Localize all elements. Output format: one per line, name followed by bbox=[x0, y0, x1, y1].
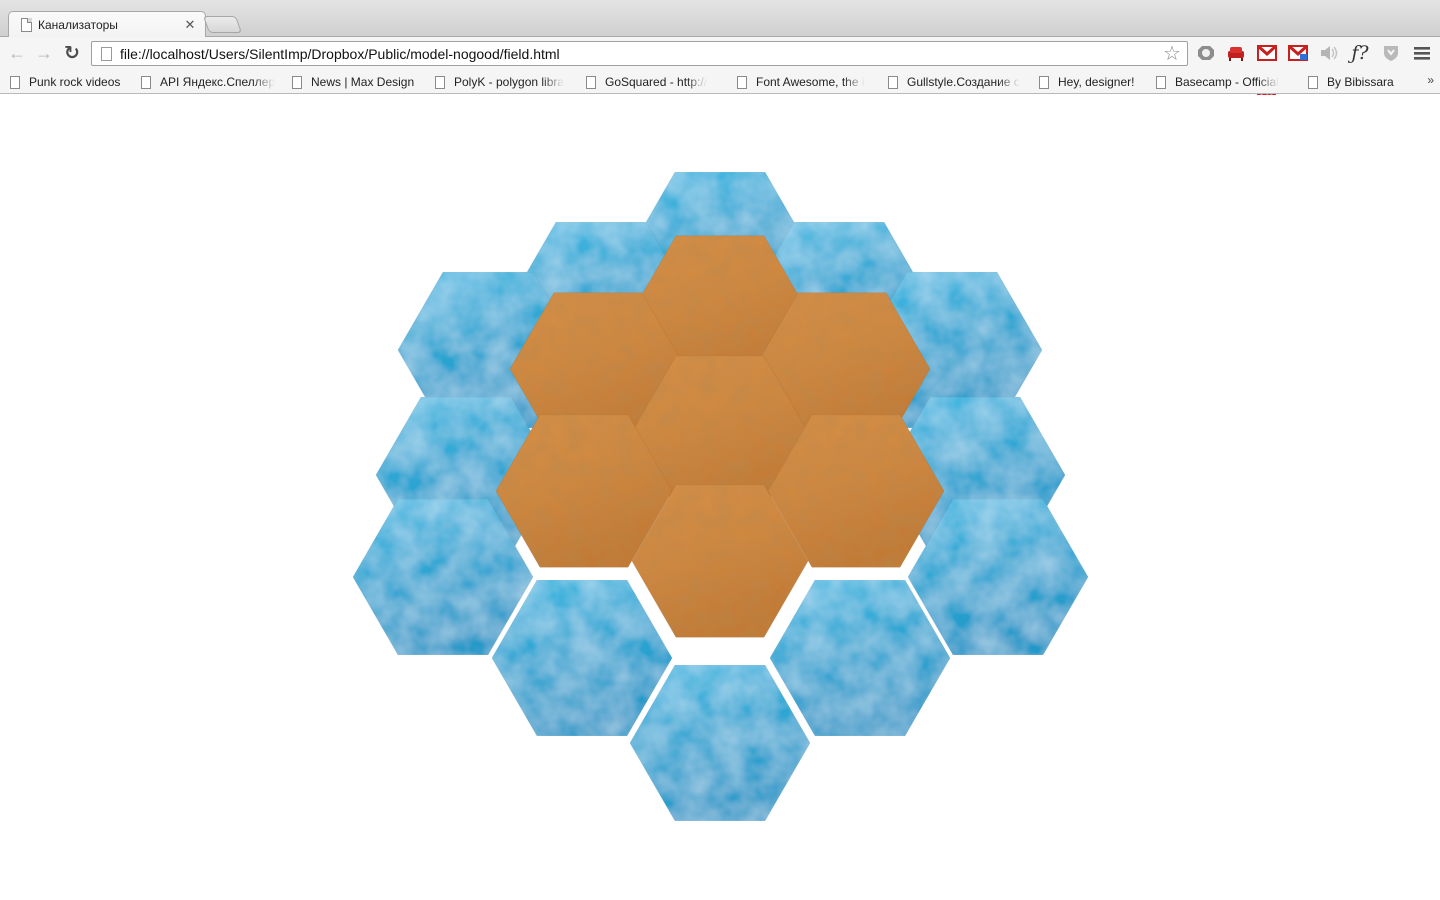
bookmarks-overflow-chevron-icon[interactable]: » bbox=[1427, 73, 1434, 87]
page-icon bbox=[1156, 75, 1166, 89]
page-viewport bbox=[0, 95, 1440, 900]
page-icon bbox=[435, 75, 445, 89]
page-icon bbox=[21, 17, 32, 32]
gmail-checker-icon[interactable] bbox=[1256, 42, 1278, 64]
page-icon bbox=[292, 75, 302, 89]
bookmark-item[interactable]: Gullstyle.Создание с bbox=[888, 74, 1024, 90]
page-icon bbox=[101, 46, 112, 61]
new-tab-button[interactable] bbox=[202, 16, 243, 33]
bookmark-item[interactable]: API Яндекс.Спеллер bbox=[141, 74, 277, 90]
bookmark-label: GoSquared - http:// bbox=[605, 75, 708, 89]
address-url[interactable]: file://localhost/Users/SilentImp/Dropbox… bbox=[120, 46, 1159, 62]
bookmark-star-icon[interactable]: ☆ bbox=[1159, 44, 1185, 64]
bookmark-label: Hey, designer! bbox=[1058, 75, 1135, 89]
bookmark-item[interactable]: GoSquared - http:// bbox=[586, 74, 722, 90]
forward-arrow-icon[interactable]: → bbox=[32, 41, 56, 65]
page-icon bbox=[10, 75, 20, 89]
bookmark-label: By Bibissara bbox=[1327, 75, 1394, 89]
page-icon bbox=[1039, 75, 1049, 89]
bookmark-item[interactable]: Hey, designer! bbox=[1039, 74, 1149, 90]
bookmark-item[interactable]: By Bibissara bbox=[1308, 74, 1408, 90]
gmail-notifier-icon[interactable] bbox=[1287, 42, 1309, 64]
bookmarks-bar: Punk rock videos API Яндекс.Спеллер News… bbox=[0, 69, 1440, 94]
tab-active[interactable]: Канализаторы ✕ bbox=[8, 11, 206, 37]
bookmark-item[interactable]: PolyK - polygon libra bbox=[435, 74, 571, 90]
bookmark-label: Gullstyle.Создание с bbox=[907, 75, 1020, 89]
page-icon bbox=[586, 75, 596, 89]
reload-icon[interactable]: ↻ bbox=[60, 41, 84, 65]
bookmark-item[interactable]: Font Awesome, the i bbox=[737, 74, 873, 90]
page-icon bbox=[1308, 75, 1318, 89]
bookmark-item[interactable]: Basecamp - Official bbox=[1156, 74, 1292, 90]
back-arrow-icon[interactable]: ← bbox=[5, 41, 29, 65]
water-hex-tile[interactable] bbox=[491, 579, 673, 737]
menu-icon[interactable] bbox=[1411, 42, 1433, 64]
adblock-hand-icon[interactable] bbox=[1195, 42, 1217, 64]
close-icon[interactable]: ✕ bbox=[183, 17, 197, 33]
bookmark-label: Punk rock videos bbox=[29, 75, 121, 89]
shield-icon[interactable] bbox=[1380, 42, 1402, 64]
page-icon bbox=[141, 75, 151, 89]
water-hex-tile[interactable] bbox=[629, 664, 811, 822]
tab-strip: Канализаторы ✕ bbox=[0, 0, 1440, 37]
bookmark-label: PolyK - polygon libra bbox=[454, 75, 565, 89]
bookmark-label: API Яндекс.Спеллер bbox=[160, 75, 276, 89]
address-bar[interactable]: file://localhost/Users/SilentImp/Dropbox… bbox=[91, 41, 1188, 66]
bookmark-label: Basecamp - Official bbox=[1175, 75, 1279, 89]
tab-title: Канализаторы bbox=[38, 17, 118, 32]
font-detect-icon[interactable]: ƒ? bbox=[1349, 42, 1371, 64]
page-icon bbox=[737, 75, 747, 89]
toolbar: ← → ↻ file://localhost/Users/SilentImp/D… bbox=[0, 37, 1440, 104]
bookmark-label: Font Awesome, the i bbox=[756, 75, 865, 89]
page-icon bbox=[888, 75, 898, 89]
hex-board bbox=[352, 171, 1089, 822]
bookmark-item[interactable]: News | Max Design bbox=[292, 74, 422, 90]
pocket-sofa-icon[interactable] bbox=[1225, 42, 1247, 64]
speaker-icon[interactable] bbox=[1318, 42, 1340, 64]
bookmark-item[interactable]: Punk rock videos bbox=[10, 74, 128, 90]
bookmark-label: News | Max Design bbox=[311, 75, 415, 89]
